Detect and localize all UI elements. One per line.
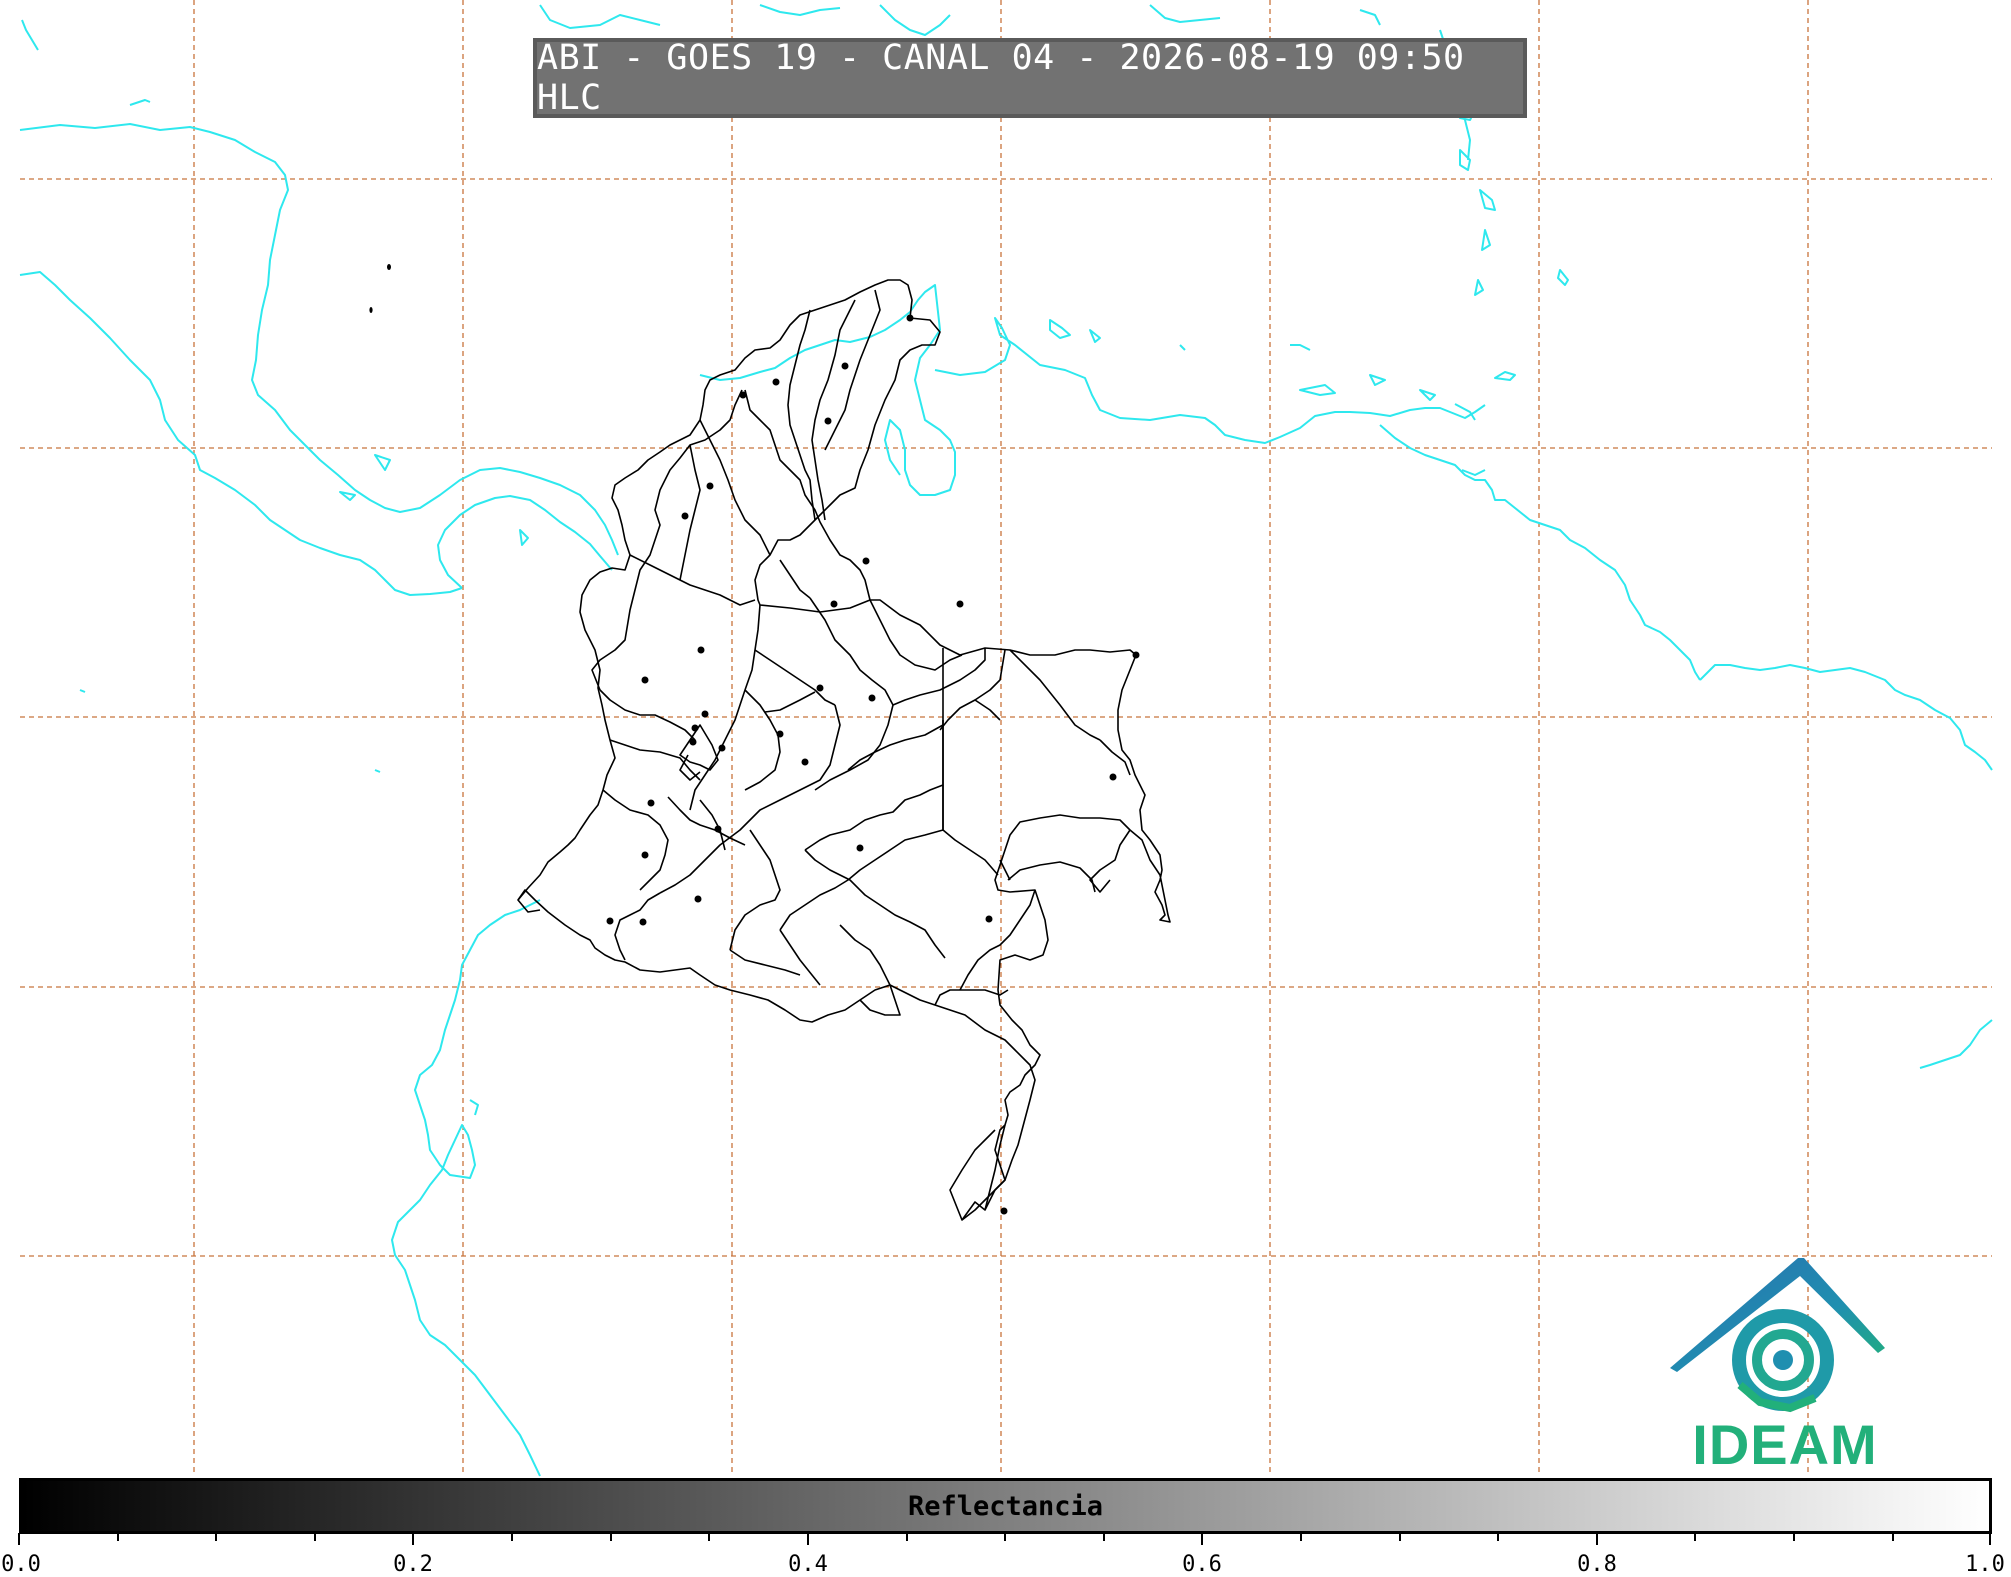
ideam-logo-text: IDEAM (1692, 1413, 1878, 1476)
colorbar-label: Reflectancia (907, 1491, 1104, 1522)
colorbar-tick-label: 1.0 (1965, 1552, 2005, 1577)
colorbar-tick-label: 0.0 (1, 1552, 41, 1577)
colorbar-tick-label: 0.8 (1577, 1552, 1617, 1577)
colorbar-tick-label: 0.2 (393, 1552, 433, 1577)
graticule (20, 0, 1992, 1476)
colorbar: Reflectancia (19, 1478, 1992, 1534)
ideam-logo-icon (1670, 1258, 1885, 1413)
map-title: ABI - GOES 19 - CANAL 04 - 2026-08-19 09… (533, 38, 1527, 118)
satellite-map (19, 0, 1993, 1477)
colombia-boundaries (517, 279, 1171, 1221)
colorbar-tick-label: 0.4 (788, 1552, 828, 1577)
island-markers (369, 264, 391, 313)
colorbar-tick-label: 0.6 (1182, 1552, 1222, 1577)
